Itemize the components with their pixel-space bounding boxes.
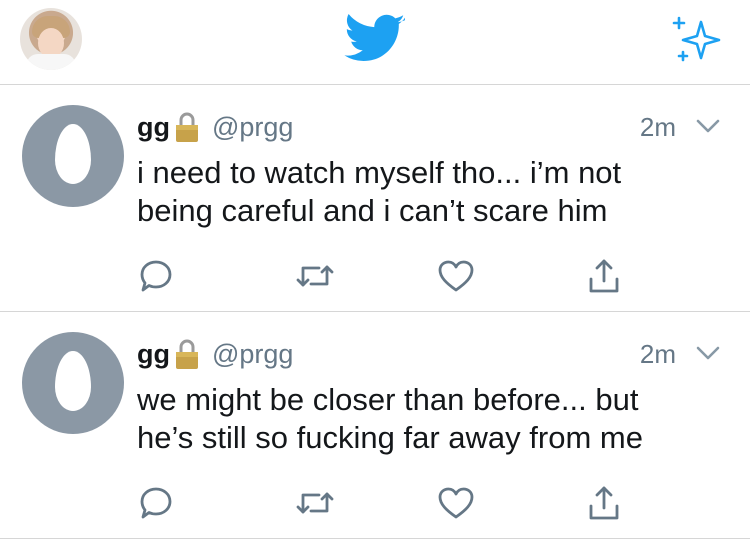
profile-avatar[interactable] bbox=[20, 8, 82, 70]
user-name[interactable]: gg bbox=[137, 112, 170, 143]
sparkle-icon[interactable] bbox=[667, 14, 723, 64]
tweet-actions bbox=[0, 483, 750, 523]
retweet-button[interactable] bbox=[295, 256, 335, 296]
egg-icon bbox=[55, 351, 91, 411]
retweet-button[interactable] bbox=[295, 483, 335, 523]
tweet-item[interactable]: gg @prgg 2m we might be closer than befo… bbox=[0, 312, 750, 539]
tweet-timestamp: 2m bbox=[639, 112, 676, 142]
lock-icon bbox=[176, 339, 198, 369]
reply-button[interactable] bbox=[136, 256, 176, 296]
twitter-bird-icon bbox=[344, 14, 405, 62]
user-handle[interactable]: @prgg bbox=[212, 339, 293, 370]
chevron-down-icon[interactable] bbox=[694, 115, 722, 137]
share-button[interactable] bbox=[584, 483, 624, 523]
tweet-text: i need to watch myself tho... i’m not be… bbox=[137, 155, 622, 228]
tweet-text: we might be closer than before... but he… bbox=[137, 382, 643, 455]
user-handle[interactable]: @prgg bbox=[212, 112, 293, 143]
lock-icon bbox=[176, 112, 198, 142]
default-avatar[interactable] bbox=[22, 105, 124, 207]
heart-icon bbox=[438, 260, 474, 292]
retweet-icon bbox=[296, 492, 334, 514]
retweet-icon bbox=[296, 265, 334, 287]
reply-icon bbox=[140, 487, 172, 519]
tweet-actions bbox=[0, 256, 750, 296]
tweet-timestamp: 2m bbox=[639, 339, 676, 369]
top-nav-bar bbox=[0, 0, 750, 85]
avatar-shirt bbox=[26, 54, 76, 70]
like-button[interactable] bbox=[436, 256, 476, 296]
share-button[interactable] bbox=[584, 256, 624, 296]
reply-button[interactable] bbox=[136, 483, 176, 523]
tweet-item[interactable]: gg @prgg 2m i need to watch myself tho..… bbox=[0, 85, 750, 312]
like-button[interactable] bbox=[436, 483, 476, 523]
reply-icon bbox=[140, 260, 172, 292]
default-avatar[interactable] bbox=[22, 332, 124, 434]
chevron-down-icon[interactable] bbox=[694, 342, 722, 364]
egg-icon bbox=[55, 124, 91, 184]
share-icon bbox=[589, 259, 619, 293]
share-icon bbox=[589, 486, 619, 520]
tweet-header: gg @prgg bbox=[137, 109, 293, 145]
user-name[interactable]: gg bbox=[137, 339, 170, 370]
tweet-header: gg @prgg bbox=[137, 336, 293, 372]
heart-icon bbox=[438, 487, 474, 519]
